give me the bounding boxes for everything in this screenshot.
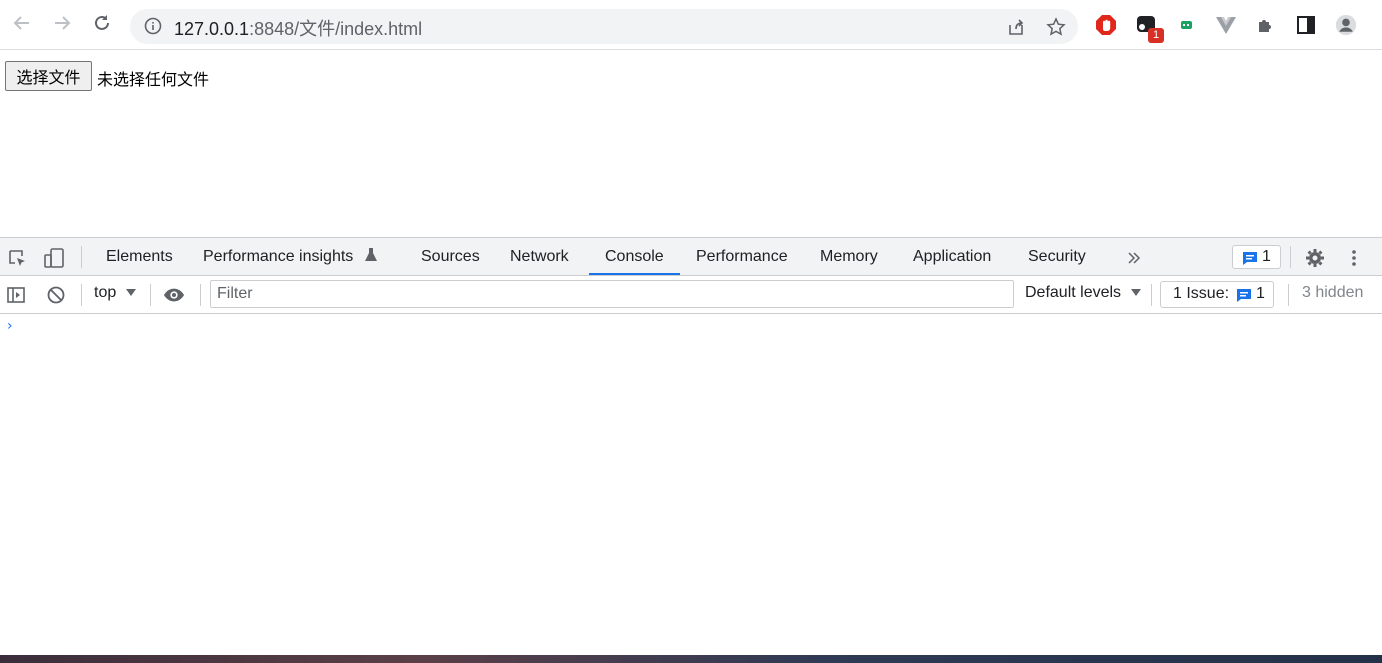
reload-button[interactable] [90, 11, 114, 35]
devtools-tabbar: Elements Performance insights Sources Ne… [0, 238, 1382, 276]
more-tabs-chevron-icon[interactable] [1123, 247, 1145, 269]
tab-network[interactable]: Network [510, 238, 569, 276]
url-path: :8848/文件/index.html [249, 19, 423, 39]
profile-avatar-icon[interactable] [1335, 14, 1357, 36]
log-levels-dropdown[interactable]: Default levels [1025, 284, 1142, 302]
tab-performance-insights-label: Performance insights [203, 248, 354, 265]
choose-file-button[interactable]: 选择文件 [5, 61, 92, 91]
site-info-icon[interactable] [144, 17, 162, 35]
tab-application[interactable]: Application [913, 238, 991, 276]
toolbar-divider [81, 284, 82, 306]
active-tab-indicator [589, 273, 680, 275]
extensions-puzzle-icon[interactable] [1255, 14, 1277, 36]
forward-arrow-icon [55, 16, 71, 30]
toolbar-divider [200, 284, 201, 306]
toolbar-divider [1151, 284, 1152, 306]
chat-extension-icon[interactable] [1176, 14, 1198, 36]
file-status-text: 未选择任何文件 [97, 70, 210, 89]
side-panel-icon[interactable] [1295, 14, 1317, 36]
share-icon[interactable] [1006, 17, 1026, 37]
experiment-flask-icon [364, 248, 377, 261]
console-sidebar-toggle-icon[interactable] [5, 284, 27, 306]
bookmark-star-icon[interactable] [1046, 17, 1066, 37]
live-expression-eye-icon[interactable] [163, 284, 185, 306]
hidden-messages-count: 3 hidden [1302, 284, 1364, 301]
adblock-extension-icon[interactable] [1095, 14, 1117, 36]
vue-devtools-icon[interactable] [1215, 14, 1237, 36]
device-toolbar-icon[interactable] [43, 247, 65, 269]
message-icon [1243, 252, 1257, 265]
console-filter-input[interactable] [210, 280, 1014, 308]
issues-counter-count: 1 [1256, 285, 1265, 302]
console-toolbar: top Default levels 1 Issue: 1 3 hidden [0, 276, 1382, 314]
dropdown-triangle-icon [1130, 289, 1141, 296]
tab-memory[interactable]: Memory [820, 238, 878, 276]
toolbar-divider [150, 284, 151, 306]
console-prompt[interactable]: › [7, 318, 13, 334]
tab-security[interactable]: Security [1028, 238, 1086, 276]
inspect-element-icon[interactable] [6, 247, 28, 269]
issues-counter-label: 1 Issue: [1173, 285, 1230, 302]
desktop-taskbar-strip [0, 655, 1382, 663]
log-levels-label: Default levels [1025, 284, 1122, 301]
url-text[interactable]: 127.0.0.1:8848/文件/index.html [174, 15, 422, 41]
tab-sources[interactable]: Sources [421, 238, 480, 276]
back-button[interactable] [10, 11, 34, 35]
devtools-panel: Elements Performance insights Sources Ne… [0, 237, 1382, 655]
url-host: 127.0.0.1 [174, 19, 250, 39]
dropdown-triangle-icon [125, 289, 136, 296]
clear-console-icon[interactable] [45, 284, 67, 306]
more-options-kebab-icon[interactable] [1343, 247, 1365, 269]
context-selector[interactable]: top [94, 284, 137, 302]
context-selector-label: top [94, 284, 117, 301]
forward-button[interactable] [50, 11, 74, 35]
tab-performance[interactable]: Performance [696, 238, 788, 276]
back-arrow-icon [13, 16, 29, 30]
address-bar[interactable]: 127.0.0.1:8848/文件/index.html [130, 9, 1078, 44]
toolbar-divider [1288, 284, 1289, 306]
settings-gear-icon[interactable] [1304, 247, 1326, 269]
issues-counter-button[interactable]: 1 Issue: 1 [1160, 281, 1274, 308]
tab-performance-insights[interactable]: Performance insights [203, 238, 378, 276]
tab-elements[interactable]: Elements [106, 238, 173, 276]
browser-toolbar: 127.0.0.1:8848/文件/index.html 1 [0, 0, 1382, 50]
page-content: 选择文件 未选择任何文件 [0, 51, 1382, 237]
reload-icon [95, 15, 109, 30]
message-icon [1237, 289, 1251, 302]
toolbar-divider [81, 246, 82, 268]
issues-badge-button[interactable]: 1 [1232, 245, 1281, 269]
tab-console[interactable]: Console [605, 238, 664, 276]
issues-badge-count: 1 [1262, 248, 1271, 265]
extension-badge: 1 [1148, 28, 1164, 43]
toolbar-divider [1290, 246, 1291, 268]
